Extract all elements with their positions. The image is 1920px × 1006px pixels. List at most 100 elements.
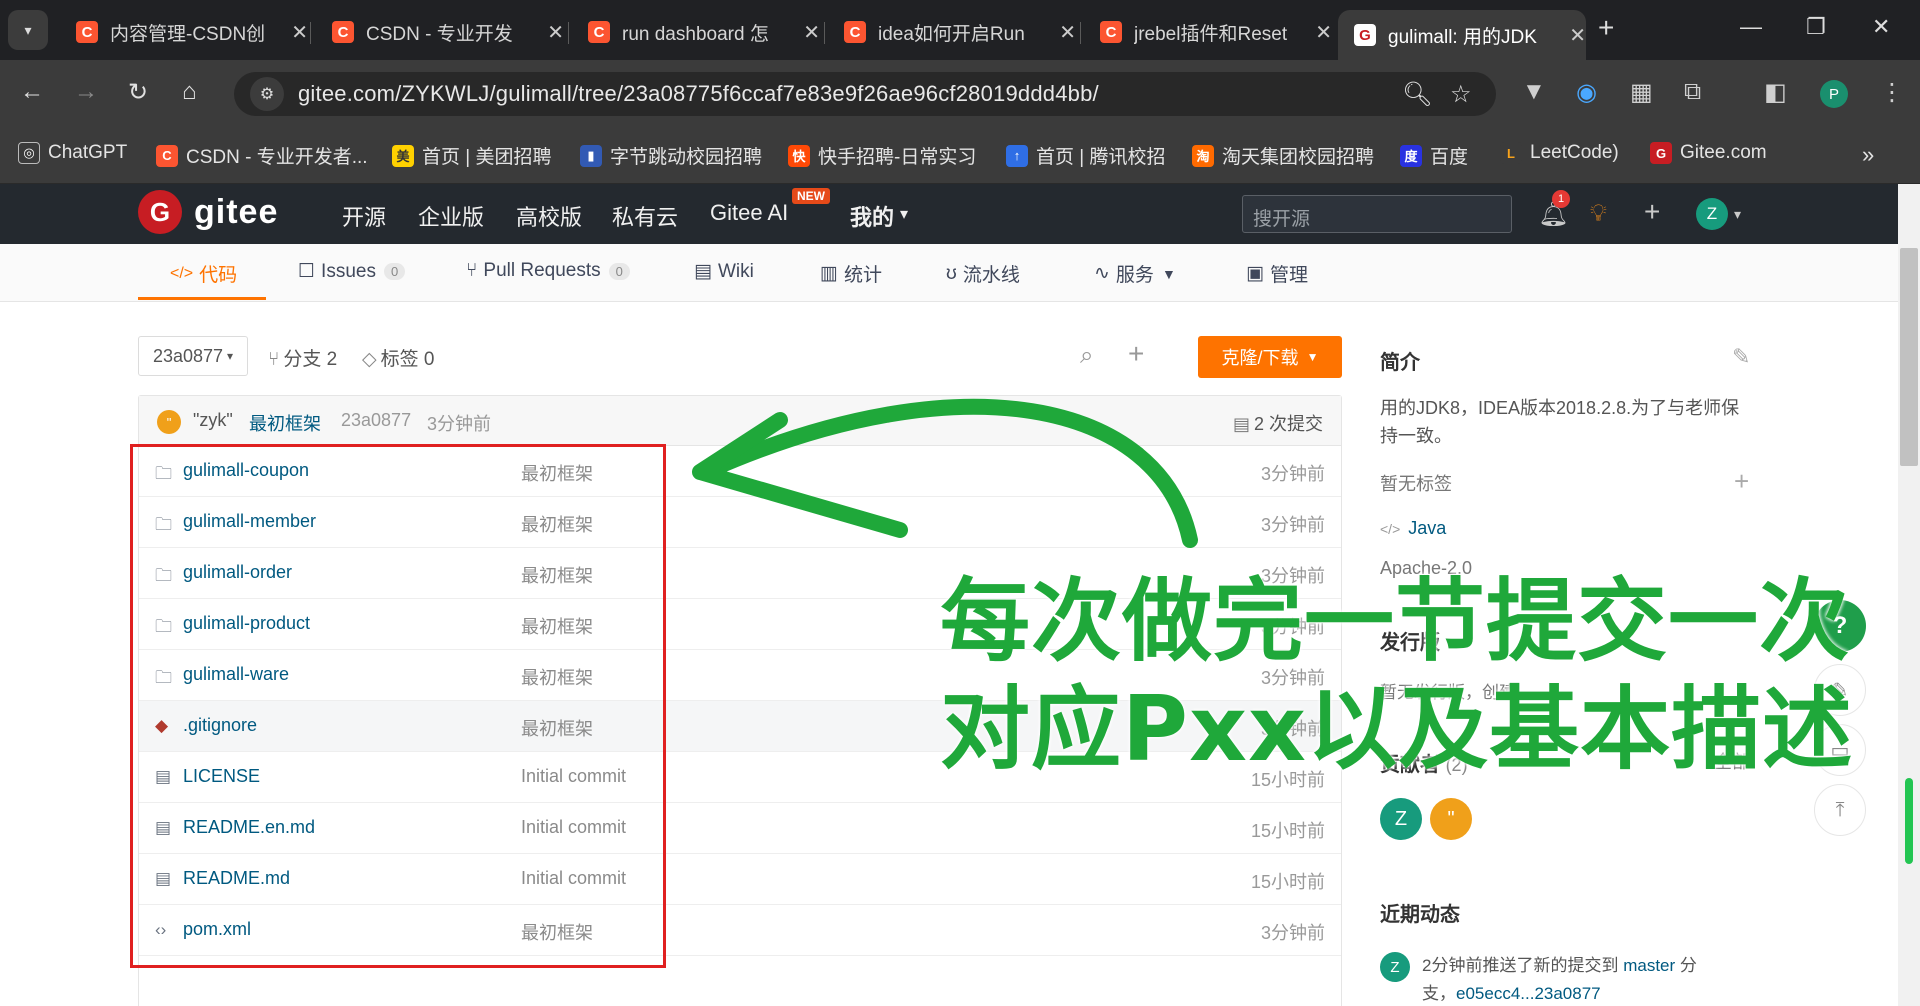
nav-education[interactable]: 高校版 bbox=[516, 200, 582, 232]
green-side-indicator bbox=[1905, 778, 1913, 864]
tab-pipeline[interactable]: ʊ 流水线 bbox=[946, 260, 1020, 287]
tab-title: gulimall: 用的JDK bbox=[1388, 26, 1537, 48]
bookmark-item[interactable]: ↑ 首页 | 腾讯校招 bbox=[1006, 142, 1166, 169]
tab-services[interactable]: ∿ 服务 ▼ bbox=[1094, 260, 1176, 287]
close-tab-icon[interactable]: ✕ bbox=[547, 20, 564, 45]
gitee-search-input[interactable]: 搜开源 bbox=[1242, 195, 1512, 233]
scrollbar-thumb[interactable] bbox=[1900, 248, 1918, 466]
bookmark-item[interactable]: G Gitee.com bbox=[1650, 142, 1767, 164]
tab-manage[interactable]: ▣ 管理 bbox=[1246, 260, 1308, 287]
address-bar[interactable]: ⚙ gitee.com/ZYKWLJ/gulimall/tree/23a0877… bbox=[234, 72, 1496, 116]
branch-name: 23a0877 bbox=[152, 345, 224, 366]
bookmark-item[interactable]: 快快手招聘-日常实习 bbox=[788, 142, 976, 169]
minimize-icon[interactable]: — bbox=[1740, 14, 1762, 40]
extension-zip-icon[interactable]: ▦ bbox=[1630, 78, 1653, 107]
intro-line: 持一致。 bbox=[1380, 426, 1452, 446]
tab-wiki[interactable]: ▤ Wiki bbox=[694, 260, 754, 283]
tab-issues[interactable]: ☐ Issues 0 bbox=[298, 260, 406, 283]
reload-icon[interactable]: ↻ bbox=[128, 78, 148, 107]
extension-v-icon[interactable]: ▼ bbox=[1522, 78, 1546, 106]
close-tab-icon[interactable]: ✕ bbox=[1569, 23, 1586, 48]
tab-search-button[interactable]: ▾ bbox=[8, 10, 48, 50]
contributor-avatar[interactable]: " bbox=[1430, 798, 1472, 840]
menu-kebab-icon[interactable]: ⋮ bbox=[1880, 78, 1904, 107]
bookmark-label: Gitee.com bbox=[1680, 142, 1767, 163]
forward-icon[interactable]: → bbox=[74, 78, 98, 106]
bookmark-item[interactable]: L LeetCode) bbox=[1500, 142, 1619, 164]
tab-stats[interactable]: ▥ 统计 bbox=[820, 260, 882, 287]
back-icon[interactable]: ← bbox=[20, 78, 44, 106]
bookmark-item[interactable]: 美首页 | 美团招聘 bbox=[392, 142, 552, 169]
bookmark-item[interactable]: ▮ 字节跳动校园招聘 bbox=[580, 142, 762, 169]
bookmark-star-icon[interactable]: ☆ bbox=[1450, 72, 1472, 116]
bookmark-item[interactable]: 淘淘天集团校园招聘 bbox=[1192, 142, 1374, 169]
gitee-header: G gitee 开源 企业版 高校版 私有云 Gitee AI NEW 我的 ▾… bbox=[0, 184, 1898, 244]
restore-icon[interactable]: ❐ bbox=[1806, 14, 1826, 40]
browser-tab[interactable]: C run dashboard 怎 ✕ bbox=[572, 10, 820, 54]
add-tag-icon[interactable]: + bbox=[1734, 466, 1749, 497]
bookmark-label: LeetCode) bbox=[1530, 142, 1619, 163]
close-tab-icon[interactable]: ✕ bbox=[1315, 20, 1332, 45]
nav-gitee-ai[interactable]: Gitee AI bbox=[710, 200, 788, 226]
nav-mine[interactable]: 我的 bbox=[850, 200, 894, 232]
nav-private-cloud[interactable]: 私有云 bbox=[612, 200, 678, 232]
edit-icon[interactable]: ✎ bbox=[1732, 344, 1750, 370]
extensions-puzzle-icon[interactable]: ⧉ bbox=[1684, 78, 1701, 106]
commit-count-label: 2 次提交 bbox=[1254, 414, 1324, 434]
branch-selector[interactable]: 23a0877 ▾ bbox=[138, 336, 248, 376]
tab-label: 统计 bbox=[843, 265, 882, 286]
activity-branch-link[interactable]: master bbox=[1623, 956, 1675, 975]
commit-count[interactable]: ▤ 2 次提交 bbox=[1233, 410, 1323, 436]
commit-message[interactable]: 最初框架 bbox=[249, 410, 321, 436]
close-window-icon[interactable]: ✕ bbox=[1872, 14, 1890, 40]
back-to-top-icon[interactable]: ⤒ bbox=[1814, 784, 1866, 836]
nav-enterprise[interactable]: 企业版 bbox=[418, 200, 484, 232]
close-tab-icon[interactable]: ✕ bbox=[291, 20, 308, 45]
tab-code[interactable]: </> 代码 bbox=[170, 260, 237, 287]
profile-avatar[interactable]: P bbox=[1820, 80, 1848, 108]
plus-icon[interactable]: + bbox=[1644, 196, 1660, 228]
bookmark-item[interactable]: 度百度 bbox=[1400, 142, 1468, 169]
bookmark-item[interactable]: C CSDN - 专业开发者... bbox=[156, 142, 368, 169]
commit-author[interactable]: "zyk" bbox=[193, 410, 233, 431]
commit-author-avatar[interactable]: " bbox=[157, 410, 181, 434]
pull-request-icon: ⑂ bbox=[466, 260, 478, 281]
commit-hash[interactable]: 23a0877 bbox=[341, 410, 411, 431]
bookmarks-overflow-icon[interactable]: » bbox=[1862, 142, 1874, 168]
tags-link[interactable]: ◇ 标签 0 bbox=[362, 344, 434, 371]
branches-link[interactable]: ⑂ 分支 2 bbox=[268, 344, 337, 371]
meituan-icon: 美 bbox=[392, 144, 414, 167]
issues-icon: ☐ bbox=[298, 261, 316, 282]
home-icon[interactable]: ⌂ bbox=[182, 78, 197, 106]
contributor-avatar[interactable]: Z bbox=[1380, 798, 1422, 840]
site-info-icon[interactable]: ⚙ bbox=[250, 77, 284, 111]
lightbulb-icon[interactable]: 💡︎ bbox=[1590, 200, 1607, 228]
chevron-down-icon[interactable]: ▾ bbox=[900, 204, 908, 224]
url-text[interactable]: gitee.com/ZYKWLJ/gulimall/tree/23a08775f… bbox=[298, 81, 1099, 107]
extension-circle-icon[interactable]: ◉ bbox=[1576, 78, 1597, 107]
close-tab-icon[interactable]: ✕ bbox=[1059, 20, 1076, 45]
activity-commit-range[interactable]: e05ecc4...23a0877 bbox=[1456, 984, 1601, 1003]
browser-tab[interactable]: C CSDN - 专业开发 ✕ bbox=[316, 10, 564, 54]
tab-pull-requests[interactable]: ⑂ Pull Requests 0 bbox=[466, 260, 630, 282]
new-tab-icon[interactable]: + bbox=[1598, 12, 1614, 44]
nav-open-source[interactable]: 开源 bbox=[342, 200, 386, 232]
close-tab-icon[interactable]: ✕ bbox=[803, 20, 820, 45]
chevron-down-icon[interactable]: ▾ bbox=[1734, 206, 1741, 223]
activity-title: 近期动态 bbox=[1380, 904, 1460, 926]
browser-tab[interactable]: C idea如何开启Run ✕ bbox=[828, 10, 1076, 54]
browser-tab[interactable]: C jrebel插件和Reset ✕ bbox=[1084, 10, 1332, 54]
file-time: 15小时前 bbox=[1250, 821, 1325, 841]
browser-tab-active[interactable]: G gulimall: 用的JDK ✕ bbox=[1338, 10, 1586, 60]
bookmark-item[interactable]: ◎ ChatGPT bbox=[18, 142, 127, 164]
browser-tab[interactable]: C 内容管理-CSDN创 ✕ bbox=[60, 10, 308, 54]
annotation-highlight-box bbox=[130, 444, 666, 968]
side-panel-icon[interactable]: ◧ bbox=[1764, 78, 1787, 107]
tab-label: Pull Requests bbox=[483, 260, 601, 281]
browser-tab-strip: ▾ C 内容管理-CSDN创 ✕ C CSDN - 专业开发 ✕ C run d… bbox=[0, 0, 1920, 60]
user-avatar[interactable]: Z bbox=[1696, 198, 1728, 230]
language-java[interactable]: </> Java bbox=[1380, 518, 1446, 539]
gitee-logo[interactable]: G gitee bbox=[138, 190, 278, 234]
activity-avatar[interactable]: Z bbox=[1380, 952, 1410, 982]
zoom-search-icon[interactable]: 🔍︎ bbox=[1402, 72, 1432, 116]
